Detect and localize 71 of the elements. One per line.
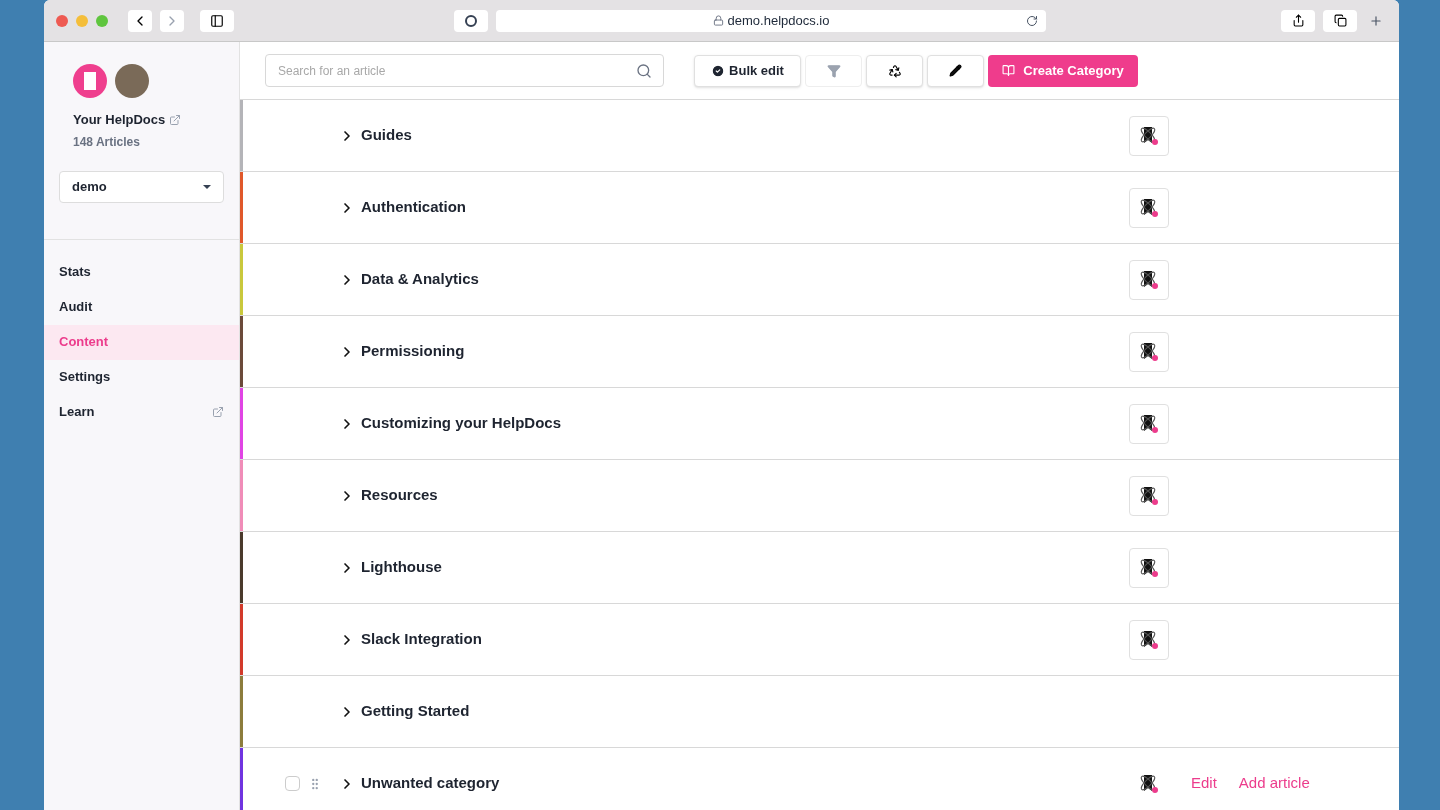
nav-item[interactable]: Learn: [44, 394, 239, 430]
article-count: 148 Articles: [72, 133, 141, 151]
back-button[interactable]: [128, 9, 152, 32]
bookmark-atom-icon: [1138, 628, 1160, 651]
category-name[interactable]: Authentication: [361, 196, 466, 219]
category-icon-tile[interactable]: [1129, 403, 1169, 444]
nav-item[interactable]: Settings: [44, 359, 239, 395]
lock-icon: [712, 15, 724, 26]
search-field[interactable]: Search for an article: [265, 54, 664, 87]
category-row[interactable]: Guides: [240, 100, 1399, 172]
category-name[interactable]: Unwanted category: [361, 772, 500, 795]
category-icon-tile[interactable]: [1129, 115, 1169, 156]
category-row[interactable]: Data & Analytics: [240, 244, 1399, 316]
tabs-icon: [1333, 14, 1347, 27]
reload-icon[interactable]: [1026, 14, 1038, 27]
pencil-icon: [949, 64, 962, 77]
category-name[interactable]: Guides: [361, 124, 412, 147]
address-bar[interactable]: demo.helpdocs.io: [496, 9, 1046, 32]
category-name[interactable]: Resources: [361, 484, 438, 507]
bookmark-atom-icon: [1138, 196, 1160, 219]
category-name[interactable]: Lighthouse: [361, 556, 442, 579]
search-icon: [636, 62, 652, 79]
category-row[interactable]: Authentication: [240, 172, 1399, 244]
bookmark-atom-icon: [1138, 124, 1160, 147]
category-name[interactable]: Data & Analytics: [361, 268, 479, 291]
plus-icon: [1369, 13, 1383, 28]
recycle-icon: [887, 63, 902, 78]
category-row[interactable]: Lighthouse: [240, 532, 1399, 604]
filter-icon: [826, 63, 841, 78]
bookmark-atom-icon: [1138, 556, 1160, 579]
site-name[interactable]: Your HelpDocs: [73, 110, 166, 130]
share-icon: [1291, 14, 1305, 27]
nav-item[interactable]: Audit: [44, 289, 239, 325]
category-name[interactable]: Getting Started: [361, 700, 470, 723]
category-icon-tile[interactable]: [1129, 547, 1169, 588]
tabs-button[interactable]: [1323, 9, 1357, 32]
avatar: [115, 64, 149, 98]
category-row[interactable]: Slack Integration: [240, 604, 1399, 676]
row-checkbox[interactable]: [285, 776, 300, 791]
category-name[interactable]: Permissioning: [361, 340, 465, 363]
row-action-link[interactable]: Edit: [1191, 772, 1217, 795]
edit-button[interactable]: [927, 54, 984, 87]
helpdocs-logo-icon: [73, 64, 107, 98]
bookmark-atom-icon: [1138, 340, 1160, 363]
check-circle-icon: [711, 63, 726, 78]
workspace-select[interactable]: demo: [59, 170, 224, 203]
category-row[interactable]: Permissioning: [240, 316, 1399, 388]
bookmark-atom-icon: [1138, 484, 1160, 507]
share-button[interactable]: [1281, 9, 1315, 32]
category-name[interactable]: Customizing your HelpDocs: [361, 412, 562, 435]
nav-item[interactable]: Stats: [44, 254, 239, 290]
category-icon-tile[interactable]: [1129, 475, 1169, 516]
category-row[interactable]: Getting Started: [240, 676, 1399, 748]
sidebar-icon: [210, 13, 224, 28]
recycle-button[interactable]: [866, 54, 923, 87]
bulk-edit-button[interactable]: Bulk edit: [694, 54, 801, 87]
password-button[interactable]: [454, 9, 488, 32]
category-row[interactable]: Customizing your HelpDocs: [240, 388, 1399, 460]
category-icon-tile[interactable]: [1129, 259, 1169, 300]
category-name[interactable]: Slack Integration: [361, 628, 482, 651]
sidebar-button[interactable]: [200, 9, 234, 32]
category-row[interactable]: Resources: [240, 460, 1399, 532]
book-icon: [1002, 64, 1016, 77]
category-icon-tile[interactable]: [1129, 187, 1169, 228]
bookmark-atom-icon: [1138, 268, 1160, 291]
category-icon-tile[interactable]: [1129, 619, 1169, 660]
create-category-button[interactable]: Create Category: [988, 54, 1138, 87]
category-row[interactable]: Unwanted category Edit Add article: [240, 748, 1399, 810]
category-icon-tile[interactable]: [1129, 331, 1169, 372]
row-action-link[interactable]: Add article: [1238, 772, 1310, 795]
bookmark-atom-icon: [1138, 412, 1160, 435]
